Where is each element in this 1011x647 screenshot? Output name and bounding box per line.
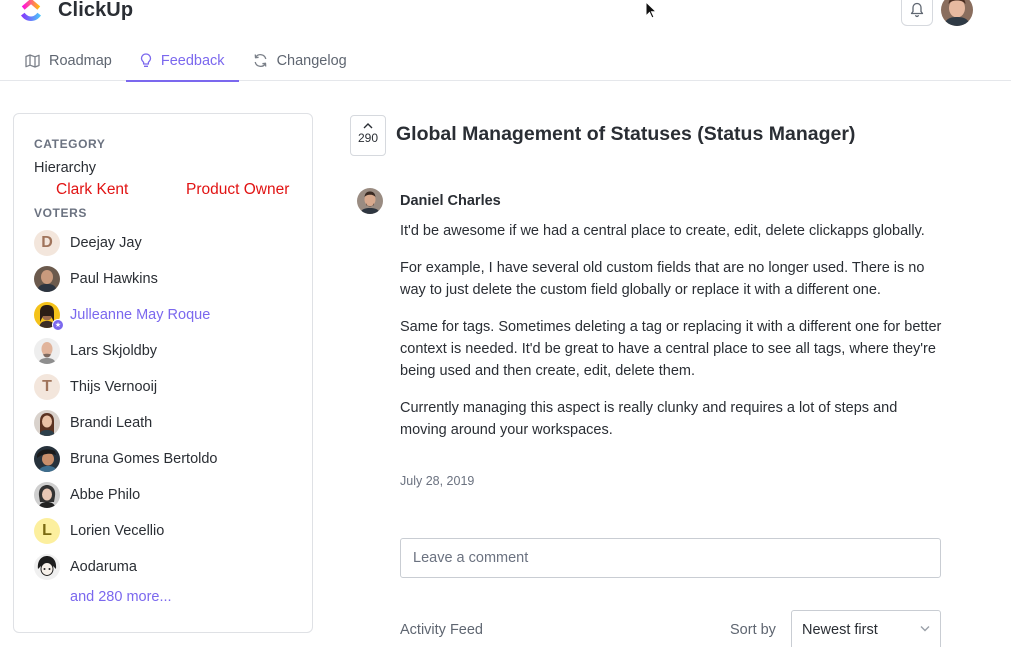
comment-placeholder: Leave a comment	[413, 550, 529, 566]
author-avatar[interactable]	[357, 188, 383, 214]
user-avatar[interactable]	[941, 0, 973, 26]
author-avatar-image	[357, 188, 383, 214]
chevron-down-icon	[920, 626, 930, 632]
voter-item[interactable]: Lars Skjoldby	[34, 333, 304, 369]
author-name[interactable]: Daniel Charles	[400, 193, 501, 209]
voter-avatar	[34, 266, 60, 292]
lightbulb-icon	[140, 53, 152, 68]
refresh-icon	[253, 53, 268, 68]
user-avatar-image	[941, 0, 973, 26]
voter-name: Lars Skjoldby	[70, 343, 158, 359]
voter-name: Brandi Leath	[70, 415, 153, 431]
voter-item[interactable]: Abbe Philo	[34, 477, 304, 513]
voter-item[interactable]: ★ Julleanne May Roque	[34, 297, 304, 333]
top-header: ClickUp Roadmap Feedback Changelog	[0, 0, 1011, 82]
main-tabs: Roadmap Feedback Changelog	[0, 40, 361, 82]
post-paragraph: Same for tags. Sometimes deleting a tag …	[400, 319, 942, 379]
voter-name: Paul Hawkins	[70, 271, 158, 287]
voter-item[interactable]: T Thijs Vernooij	[34, 369, 304, 405]
tab-changelog[interactable]: Changelog	[239, 40, 361, 81]
activity-feed-label: Activity Feed	[400, 622, 483, 638]
chevron-up-icon	[363, 123, 373, 129]
voter-avatar	[34, 482, 60, 508]
voter-avatar: L	[34, 518, 60, 544]
mouse-cursor-icon	[645, 1, 657, 19]
upvote-button[interactable]: 290	[350, 115, 386, 156]
voter-avatar	[34, 446, 60, 472]
voter-item[interactable]: Brandi Leath	[34, 405, 304, 441]
post-paragraph: For example, I have several old custom f…	[400, 260, 925, 298]
voter-name: Deejay Jay	[70, 235, 142, 251]
tab-roadmap[interactable]: Roadmap	[0, 40, 126, 81]
voter-name: Bruna Gomes Bertoldo	[70, 451, 218, 467]
voter-avatar	[34, 554, 60, 580]
voter-name: Thijs Vernooij	[70, 379, 158, 395]
map-icon	[25, 53, 40, 68]
bell-icon	[910, 2, 924, 18]
tab-changelog-label: Changelog	[276, 52, 347, 69]
tab-feedback-label: Feedback	[160, 52, 225, 69]
post-date: July 28, 2019	[400, 474, 475, 488]
voter-avatar: T	[34, 374, 60, 400]
vote-count: 290	[357, 131, 379, 145]
post-paragraph: It'd be awesome if we had a central plac…	[400, 223, 925, 239]
voter-item[interactable]: Paul Hawkins	[34, 261, 304, 297]
sort-by-label: Sort by	[730, 622, 776, 638]
voter-name: Abbe Philo	[70, 487, 141, 503]
voter-avatar: D	[34, 230, 60, 256]
comment-input[interactable]: Leave a comment	[400, 538, 941, 578]
voter-item[interactable]: L Lorien Vecellio	[34, 513, 304, 549]
sort-select[interactable]: Newest first	[791, 610, 941, 647]
post-title: Global Management of Statuses (Status Ma…	[396, 123, 856, 145]
category-title: CATEGORY	[34, 137, 106, 151]
voter-name: Lorien Vecellio	[70, 523, 165, 539]
overlay-name: Clark Kent	[56, 181, 129, 198]
voter-item[interactable]: D Deejay Jay	[34, 225, 304, 261]
voter-item[interactable]: Bruna Gomes Bertoldo	[34, 441, 304, 477]
voter-initial: T	[42, 378, 52, 395]
tab-feedback[interactable]: Feedback	[125, 40, 239, 82]
voter-avatar	[34, 410, 60, 436]
post-body: It'd be awesome if we had a central plac…	[400, 220, 945, 456]
voters-list: D Deejay Jay Paul Hawkins ★ Julleanne Ma…	[34, 225, 304, 605]
sort-select-value: Newest first	[802, 622, 878, 638]
voter-avatar: ★	[34, 302, 64, 331]
voter-item[interactable]: Aodaruma	[34, 549, 304, 585]
supporter-badge-icon: ★	[52, 319, 64, 331]
brand[interactable]: ClickUp	[20, 0, 133, 22]
voters-title: VOTERS	[34, 206, 87, 220]
overlay-role: Product Owner	[186, 181, 290, 198]
voter-initial: L	[42, 522, 52, 539]
post-paragraph: Currently managing this aspect is really…	[400, 400, 898, 438]
more-voters-link[interactable]: and 280 more...	[70, 589, 304, 605]
app-name: ClickUp	[58, 0, 134, 21]
clickup-logo-icon	[21, 0, 41, 21]
notifications-button[interactable]	[901, 0, 933, 26]
voter-avatar	[34, 338, 60, 364]
voter-name: Aodaruma	[70, 559, 137, 575]
voter-initial: D	[41, 234, 53, 251]
post-sidebar: CATEGORY Hierarchy Clark Kent Product Ow…	[13, 113, 313, 633]
category-value: Hierarchy	[34, 160, 97, 176]
voter-name: Julleanne May Roque	[70, 307, 211, 323]
tab-roadmap-label: Roadmap	[49, 52, 112, 69]
